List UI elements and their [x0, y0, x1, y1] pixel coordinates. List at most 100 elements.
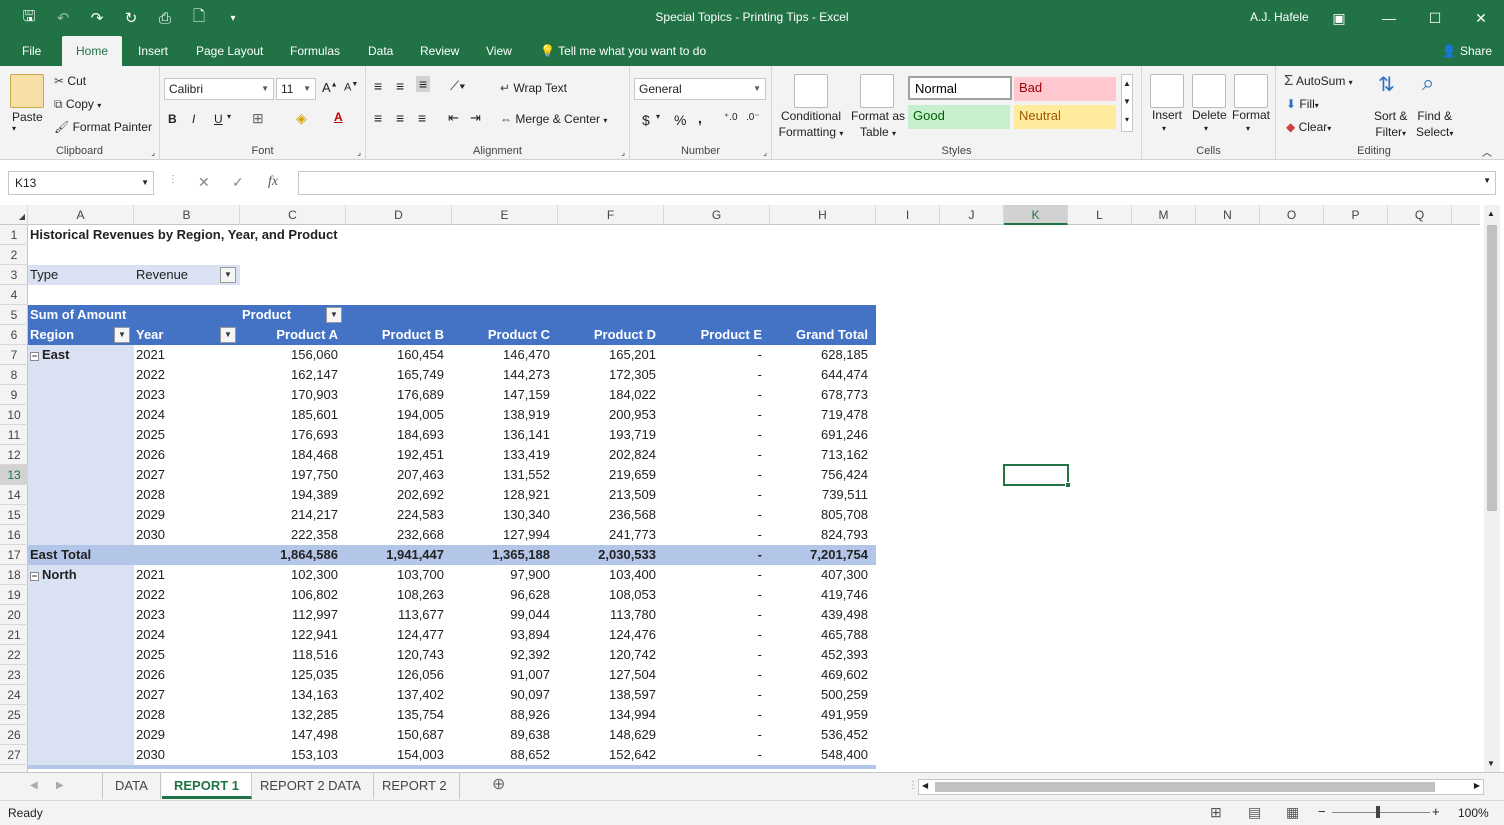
- value-cell[interactable]: 120,743: [346, 645, 452, 665]
- year-cell[interactable]: 2027: [134, 465, 240, 485]
- tab-formulas[interactable]: Formulas: [276, 36, 354, 66]
- year-cell[interactable]: 2024: [134, 405, 240, 425]
- value-cell[interactable]: 97,900: [452, 565, 558, 585]
- value-cell[interactable]: 96,628: [452, 585, 558, 605]
- row-header-14[interactable]: 14: [0, 485, 28, 505]
- value-cell[interactable]: 193,719: [558, 425, 664, 445]
- conditional-formatting-button[interactable]: Conditional Formatting ▾: [778, 108, 844, 142]
- insert-dropdown-icon[interactable]: ▾: [1162, 124, 1166, 133]
- row-header-27[interactable]: 27: [0, 745, 28, 765]
- tell-me-box[interactable]: 💡 Tell me what you want to do: [540, 36, 706, 66]
- value-cell[interactable]: 176,693: [240, 425, 346, 445]
- value-cell[interactable]: 131,552: [452, 465, 558, 485]
- row-header-12[interactable]: 12: [0, 445, 28, 465]
- value-cell[interactable]: 90,097: [452, 685, 558, 705]
- value-cell[interactable]: 224,583: [346, 505, 452, 525]
- horizontal-scrollbar[interactable]: ◀ ▶: [918, 779, 1484, 795]
- column-header-m[interactable]: M: [1132, 205, 1196, 225]
- column-header-product-e[interactable]: Product E: [664, 325, 770, 345]
- row-header-2[interactable]: 2: [0, 245, 28, 265]
- value-cell[interactable]: 106,802: [240, 585, 346, 605]
- value-cell[interactable]: 146,470: [452, 345, 558, 365]
- column-header-n[interactable]: N: [1196, 205, 1260, 225]
- year-cell[interactable]: 2022: [134, 585, 240, 605]
- borders-icon[interactable]: ⊞: [252, 110, 264, 127]
- value-cell[interactable]: 197,750: [240, 465, 346, 485]
- value-cell[interactable]: 407,300: [770, 565, 876, 585]
- year-cell[interactable]: 2026: [134, 445, 240, 465]
- north-region-label[interactable]: − North: [28, 565, 134, 585]
- decrease-indent-icon[interactable]: ⇤: [448, 110, 459, 126]
- column-header-b[interactable]: B: [134, 205, 240, 225]
- zoom-in-icon[interactable]: +: [1432, 804, 1440, 819]
- year-cell[interactable]: 2027: [134, 685, 240, 705]
- row-header-4[interactable]: 4: [0, 285, 28, 305]
- share-button[interactable]: 👤 Share: [1442, 36, 1492, 66]
- format-as-table-button[interactable]: Format as Table ▾: [848, 108, 908, 142]
- value-cell[interactable]: -: [664, 505, 770, 525]
- row-header-23[interactable]: 23: [0, 665, 28, 685]
- value-cell[interactable]: -: [664, 585, 770, 605]
- value-cell[interactable]: 88,926: [452, 705, 558, 725]
- row-header-24[interactable]: 24: [0, 685, 28, 705]
- delete-cells-button[interactable]: Delete: [1192, 108, 1227, 122]
- grow-font-icon[interactable]: A▲: [322, 80, 338, 95]
- close-icon[interactable]: ✕: [1458, 0, 1504, 36]
- value-cell[interactable]: 691,246: [770, 425, 876, 445]
- fill-button[interactable]: ⬇ Fill▾: [1286, 97, 1319, 111]
- insert-cells-button[interactable]: Insert: [1152, 108, 1182, 122]
- merge-center-button[interactable]: ⇔ Merge & Center ▾: [500, 112, 607, 126]
- name-box[interactable]: K13 ▼: [8, 171, 154, 195]
- row-header-21[interactable]: 21: [0, 625, 28, 645]
- underline-button[interactable]: U: [214, 112, 223, 126]
- format-painter-button[interactable]: 🖌 Format Painter: [54, 120, 152, 134]
- tab-home[interactable]: Home: [62, 36, 123, 66]
- year-cell[interactable]: 2028: [134, 485, 240, 505]
- value-cell[interactable]: 138,919: [452, 405, 558, 425]
- currency-dropdown-icon[interactable]: ▾: [656, 112, 660, 121]
- increase-decimal-icon[interactable]: ⁺.0: [724, 112, 738, 123]
- value-cell[interactable]: 172,305: [558, 365, 664, 385]
- row-header-13[interactable]: 13: [0, 465, 28, 485]
- value-cell[interactable]: 548,400: [770, 745, 876, 765]
- conditional-formatting-icon[interactable]: [794, 74, 828, 108]
- font-launcher-icon[interactable]: ⌟: [357, 148, 361, 157]
- value-cell[interactable]: 99,044: [452, 605, 558, 625]
- value-cell[interactable]: 153,103: [240, 745, 346, 765]
- value-cell[interactable]: 719,478: [770, 405, 876, 425]
- value-cell[interactable]: -: [664, 725, 770, 745]
- value-cell[interactable]: 126,056: [346, 665, 452, 685]
- zoom-level[interactable]: 100%: [1458, 806, 1489, 820]
- collapse-ribbon-icon[interactable]: ︿: [1482, 144, 1492, 159]
- value-cell[interactable]: -: [664, 465, 770, 485]
- orientation-icon[interactable]: ⟋▾: [450, 78, 465, 94]
- value-cell[interactable]: 500,259: [770, 685, 876, 705]
- row-header-22[interactable]: 22: [0, 645, 28, 665]
- value-cell[interactable]: 147,159: [452, 385, 558, 405]
- value-cell[interactable]: 135,754: [346, 705, 452, 725]
- value-cell[interactable]: 491,959: [770, 705, 876, 725]
- column-header-j[interactable]: J: [940, 205, 1004, 225]
- page-break-view-icon[interactable]: ▦: [1286, 804, 1299, 821]
- shrink-font-icon[interactable]: A▼: [344, 81, 358, 94]
- delete-dropdown-icon[interactable]: ▾: [1204, 124, 1208, 133]
- alignment-launcher-icon[interactable]: ⌟: [621, 148, 625, 157]
- value-cell[interactable]: 124,477: [346, 625, 452, 645]
- value-cell[interactable]: 628,185: [770, 345, 876, 365]
- fill-color-icon[interactable]: ◈: [296, 110, 307, 127]
- value-cell[interactable]: 452,393: [770, 645, 876, 665]
- maximize-icon[interactable]: ☐: [1412, 0, 1458, 36]
- value-cell[interactable]: 130,340: [452, 505, 558, 525]
- number-launcher-icon[interactable]: ⌟: [763, 148, 767, 157]
- value-cell[interactable]: 150,687: [346, 725, 452, 745]
- column-header-o[interactable]: O: [1260, 205, 1324, 225]
- pivot-values-label[interactable]: Sum of Amount: [28, 305, 240, 325]
- value-cell[interactable]: 137,402: [346, 685, 452, 705]
- value-cell[interactable]: 102,300: [240, 565, 346, 585]
- column-header-f[interactable]: F: [558, 205, 664, 225]
- value-cell[interactable]: 138,597: [558, 685, 664, 705]
- style-good[interactable]: Good: [908, 105, 1010, 129]
- value-cell[interactable]: -: [664, 345, 770, 365]
- value-cell[interactable]: -: [664, 745, 770, 765]
- row-header-8[interactable]: 8: [0, 365, 28, 385]
